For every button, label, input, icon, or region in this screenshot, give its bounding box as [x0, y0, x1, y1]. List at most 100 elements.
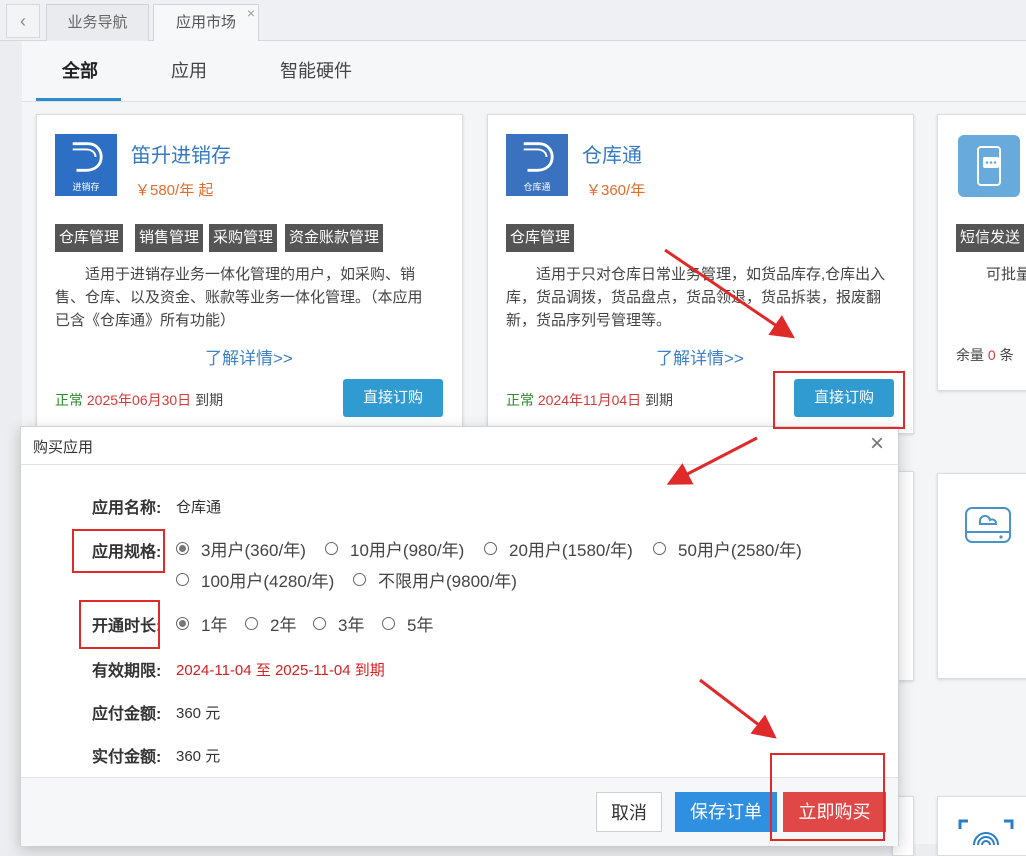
tag-warehouse: 仓库管理: [55, 224, 124, 252]
app-description: 适用于只对仓库日常业务管理，如货品库存,仓库出入库，货品调拨，货品盘点，货品领退…: [506, 266, 886, 329]
storage-device-icon: [965, 507, 1011, 543]
option-label: 3年: [338, 616, 365, 635]
radio-dot[interactable]: [176, 542, 189, 555]
expire-date: 2024年11月04日: [537, 392, 642, 408]
phone-chat-icon: [977, 146, 1001, 186]
app-logo-icon: 进销存: [55, 134, 117, 196]
tag-funds: 资金账款管理: [285, 224, 384, 252]
app-card-hardware: [937, 473, 1026, 679]
radio-dot[interactable]: [313, 617, 326, 630]
validity-label: 有效期限:: [92, 663, 162, 680]
spec-option-50[interactable]: 50用户(2580/年): [653, 536, 802, 561]
tag-sales: 销售管理: [135, 224, 204, 252]
option-label: 5年: [407, 616, 434, 635]
option-label: 不限用户(9800/年): [378, 572, 517, 591]
tab-label: 业务导航: [67, 14, 128, 31]
dialog-footer: 取消 保存订单 立即购买: [21, 777, 898, 846]
duration-option-5y[interactable]: 5年: [382, 611, 433, 636]
status-text: 正常: [506, 392, 534, 408]
radio-dot[interactable]: [653, 542, 666, 555]
save-order-button[interactable]: 保存订单: [675, 792, 777, 832]
option-label: 2年: [270, 616, 297, 635]
dialog-title: 购买应用: [33, 439, 94, 456]
duration-option-2y[interactable]: 2年: [245, 611, 296, 636]
learn-more-link[interactable]: 了解详情>>: [656, 344, 744, 369]
app-name-label: 应用名称:: [92, 500, 162, 517]
highlight-spec-label: [72, 529, 165, 573]
actual-label: 实付金额:: [92, 749, 162, 766]
logo-d-icon: [72, 142, 103, 172]
option-label: 50用户(2580/年): [678, 541, 802, 560]
active-tab-indicator: [36, 98, 121, 101]
close-icon[interactable]: ×: [870, 430, 884, 458]
subscription-status: 正常 2024年11月04日 到期: [506, 390, 673, 410]
app-price: ￥360/年: [586, 182, 646, 199]
radio-dot[interactable]: [245, 617, 258, 630]
tab-business-nav[interactable]: 业务导航: [46, 4, 149, 41]
logo-caption: 进销存: [72, 182, 100, 192]
spec-option-100[interactable]: 100用户(4280/年): [176, 567, 334, 592]
option-label: 1年: [201, 616, 228, 635]
tab-hardware[interactable]: 智能硬件: [280, 57, 352, 83]
radio-dot[interactable]: [176, 573, 189, 586]
highlight-order-button: [773, 371, 905, 429]
option-label: 100用户(4280/年): [201, 572, 335, 591]
status-text: 正常: [55, 392, 83, 408]
tab-apps[interactable]: 应用: [171, 57, 207, 83]
option-label: 20用户(1580/年): [509, 541, 633, 560]
validity-value: 2024-11-04 至 2025-11-04 到期: [176, 662, 385, 679]
radio-dot[interactable]: [484, 542, 497, 555]
page-tab-bar: ‹ 业务导航 应用市场 ×: [0, 0, 1026, 41]
app-logo-icon: 仓库通: [506, 134, 568, 196]
highlight-duration-label: [79, 600, 160, 649]
duration-option-3y[interactable]: 3年: [313, 611, 364, 636]
back-arrow-icon[interactable]: ‹: [6, 4, 40, 38]
option-label: 10用户(980/年): [350, 541, 465, 560]
remain-label: 余量: [956, 347, 984, 363]
tab-all[interactable]: 全部: [62, 57, 98, 83]
close-icon[interactable]: ×: [247, 0, 255, 31]
spec-option-unlimited[interactable]: 不限用户(9800/年): [353, 567, 517, 592]
app-name[interactable]: 仓库通: [582, 139, 642, 168]
app-description: 可批量发: [986, 266, 1026, 283]
subscription-status: 正常 2025年06月30日 到期: [55, 390, 223, 410]
app-card-fingerprint: [937, 796, 1026, 856]
cancel-button[interactable]: 取消: [596, 792, 662, 832]
tag-purchase: 采购管理: [209, 224, 278, 252]
radio-dot[interactable]: [176, 617, 189, 630]
radio-dot[interactable]: [353, 573, 366, 586]
duration-option-1y[interactable]: 1年: [176, 611, 227, 636]
payable-label: 应付金额:: [92, 706, 162, 723]
app-name-value: 仓库通: [176, 499, 222, 516]
sms-phone-icon: [958, 135, 1020, 197]
tab-label: 应用市场: [175, 14, 236, 31]
option-label: 3用户(360/年): [201, 541, 306, 560]
spec-option-10[interactable]: 10用户(980/年): [325, 536, 464, 561]
category-tabs: 全部 应用 智能硬件: [22, 41, 1026, 102]
tab-app-market[interactable]: 应用市场 ×: [153, 4, 259, 41]
tag-warehouse: 仓库管理: [506, 224, 575, 252]
sms-remaining: 余量 0 条: [956, 345, 1014, 365]
actual-value: 360 元: [176, 748, 221, 765]
fingerprint-icon: [958, 819, 1014, 846]
radio-dot[interactable]: [382, 617, 395, 630]
dialog-header: 购买应用 ×: [21, 427, 898, 465]
expire-date: 2025年06月30日: [86, 392, 192, 408]
tag-sms: 短信发送: [956, 224, 1025, 252]
app-card-sms: 短信发送 可批量发 余量 0 条: [937, 114, 1026, 391]
app-card-jxc: 进销存 笛升进销存 ￥580/年 起 仓库管理 销售管理 采购管理 资金账款管理…: [36, 114, 463, 434]
expire-suffix: 到期: [195, 392, 224, 408]
app-description: 适用于进销存业务一体化管理的用户，如采购、销售、仓库、以及资金、账款等业务一体化…: [55, 266, 423, 329]
spec-option-3[interactable]: 3用户(360/年): [176, 536, 306, 561]
radio-dot[interactable]: [325, 542, 338, 555]
order-button[interactable]: 直接订购: [343, 379, 443, 417]
learn-more-link[interactable]: 了解详情>>: [205, 344, 293, 369]
spec-option-20[interactable]: 20用户(1580/年): [484, 536, 633, 561]
highlight-buy-button: [770, 753, 885, 841]
expire-suffix: 到期: [645, 392, 674, 408]
remain-value: 0: [987, 347, 996, 363]
app-name[interactable]: 笛升进销存: [131, 139, 231, 168]
remain-unit: 条: [999, 347, 1014, 363]
app-price: ￥580/年 起: [135, 182, 214, 199]
logo-caption: 仓库通: [523, 182, 551, 192]
